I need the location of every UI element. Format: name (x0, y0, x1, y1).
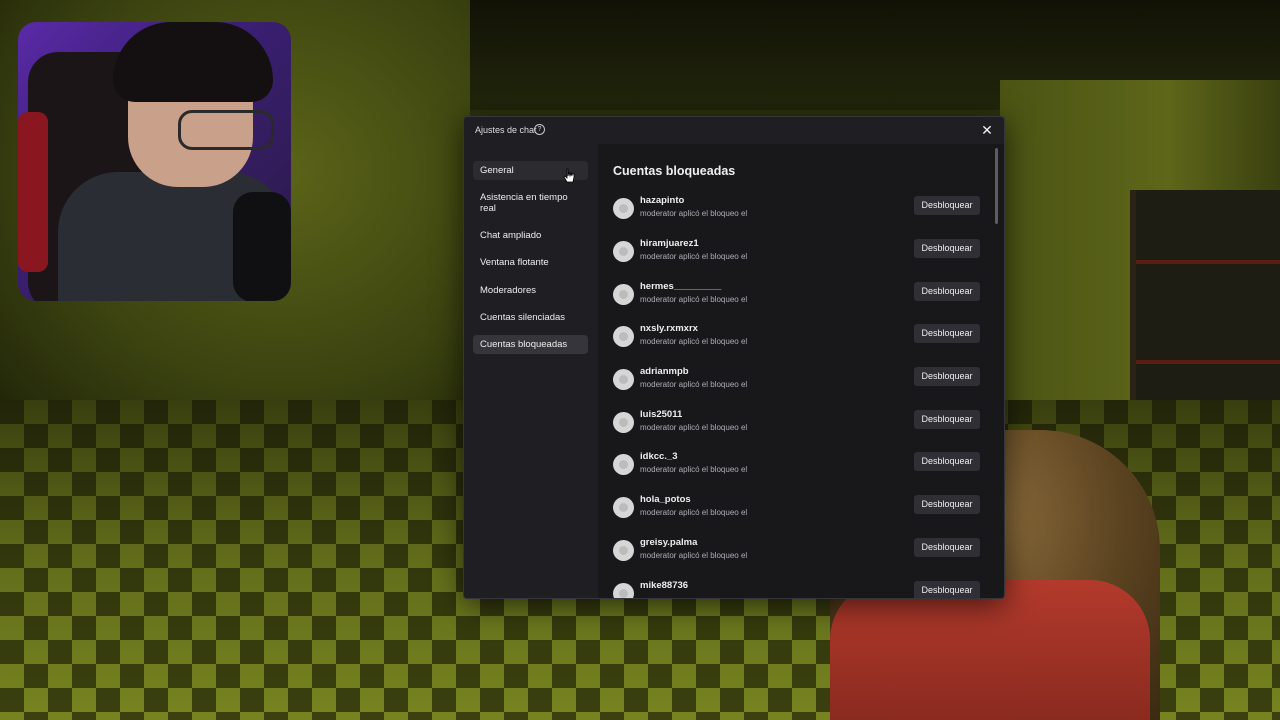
list-item: hazapinto moderator aplicó el bloqueo el… (613, 195, 983, 225)
avatar (613, 497, 634, 518)
username: hola_potos (640, 494, 691, 505)
block-info: moderator aplicó el bloqueo el (640, 380, 748, 389)
list-item: luis25011 moderator aplicó el bloqueo el… (613, 409, 983, 439)
block-info: moderator aplicó el bloqueo el (640, 551, 748, 560)
question-circle-icon[interactable]: ? (534, 124, 545, 135)
sidebar-item-cuentas-silenciadas[interactable]: Cuentas silenciadas (473, 308, 588, 327)
list-item: hiramjuarez1 moderator aplicó el bloqueo… (613, 238, 983, 268)
avatar (613, 454, 634, 475)
microphone (233, 192, 291, 301)
dialog-header: Ajustes de chat ? ✕ (464, 117, 1004, 144)
page-title: Cuentas bloqueadas (613, 164, 736, 178)
list-item: idkcc._3 moderator aplicó el bloqueo el … (613, 451, 983, 481)
block-info: moderator aplicó el bloqueo el (640, 508, 748, 517)
avatar (613, 540, 634, 561)
block-info: moderator aplicó el bloqueo el (640, 252, 748, 261)
unblock-button[interactable]: Desbloquear (914, 239, 980, 258)
unblock-button[interactable]: Desbloquear (914, 581, 980, 598)
chat-settings-dialog: Ajustes de chat ? ✕ General Asistencia e… (463, 116, 1005, 599)
username: idkcc._3 (640, 451, 678, 462)
avatar (613, 241, 634, 262)
block-info: moderator aplicó el bloqueo el (640, 423, 748, 432)
unblock-button[interactable]: Desbloquear (914, 324, 980, 343)
username: adrianmpb (640, 366, 689, 377)
dialog-title: Ajustes de chat (475, 125, 537, 135)
sidebar-item-asistencia[interactable]: Asistencia en tiempo real (473, 188, 588, 218)
username: nxsly.rxmxrx (640, 323, 698, 334)
sidebar-item-ventana-flotante[interactable]: Ventana flotante (473, 253, 588, 272)
list-item: adrianmpb moderator aplicó el bloqueo el… (613, 366, 983, 396)
shelf (1136, 360, 1280, 364)
avatar (613, 412, 634, 433)
settings-sidebar: General Asistencia en tiempo real Chat a… (464, 144, 598, 598)
unblock-button[interactable]: Desbloquear (914, 196, 980, 215)
blocked-accounts-panel: Cuentas bloqueadas hazapinto moderator a… (598, 144, 1004, 598)
close-icon[interactable]: ✕ (979, 122, 995, 138)
block-info: moderator aplicó el bloqueo el (640, 209, 748, 218)
unblock-button[interactable]: Desbloquear (914, 410, 980, 429)
block-info: moderator aplicó el bloqueo el (640, 465, 748, 474)
avatar (613, 198, 634, 219)
unblock-button[interactable]: Desbloquear (914, 452, 980, 471)
hand-cursor-icon (563, 168, 575, 183)
scrollbar[interactable] (995, 148, 998, 224)
list-item: mike88736 Desbloquear (613, 580, 983, 598)
game-character-cloth (830, 580, 1150, 720)
unblock-button[interactable]: Desbloquear (914, 282, 980, 301)
webcam-overlay (18, 22, 291, 301)
avatar (613, 284, 634, 305)
sidebar-item-cuentas-bloqueadas[interactable]: Cuentas bloqueadas (473, 335, 588, 354)
avatar (613, 583, 634, 598)
username: hiramjuarez1 (640, 238, 699, 249)
username: greisy.palma (640, 537, 698, 548)
username: mike88736 (640, 580, 689, 591)
block-info: moderator aplicó el bloqueo el (640, 295, 748, 304)
list-item: greisy.palma moderator aplicó el bloqueo… (613, 537, 983, 567)
avatar (613, 326, 634, 347)
streamer-glasses (178, 110, 274, 150)
list-item: hermes_________ moderator aplicó el bloq… (613, 281, 983, 311)
list-item: hola_potos moderator aplicó el bloqueo e… (613, 494, 983, 524)
avatar (613, 369, 634, 390)
sidebar-item-chat-ampliado[interactable]: Chat ampliado (473, 226, 588, 245)
streamer-hair (113, 22, 273, 102)
unblock-button[interactable]: Desbloquear (914, 495, 980, 514)
unblock-button[interactable]: Desbloquear (914, 367, 980, 386)
list-item: nxsly.rxmxrx moderator aplicó el bloqueo… (613, 323, 983, 353)
block-info: moderator aplicó el bloqueo el (640, 337, 748, 346)
unblock-button[interactable]: Desbloquear (914, 538, 980, 557)
username: hazapinto (640, 195, 685, 206)
shelf (1136, 260, 1280, 264)
gaming-chair-accent (18, 112, 48, 272)
username: hermes_________ (640, 281, 722, 292)
sidebar-item-moderadores[interactable]: Moderadores (473, 281, 588, 300)
username: luis25011 (640, 409, 683, 420)
